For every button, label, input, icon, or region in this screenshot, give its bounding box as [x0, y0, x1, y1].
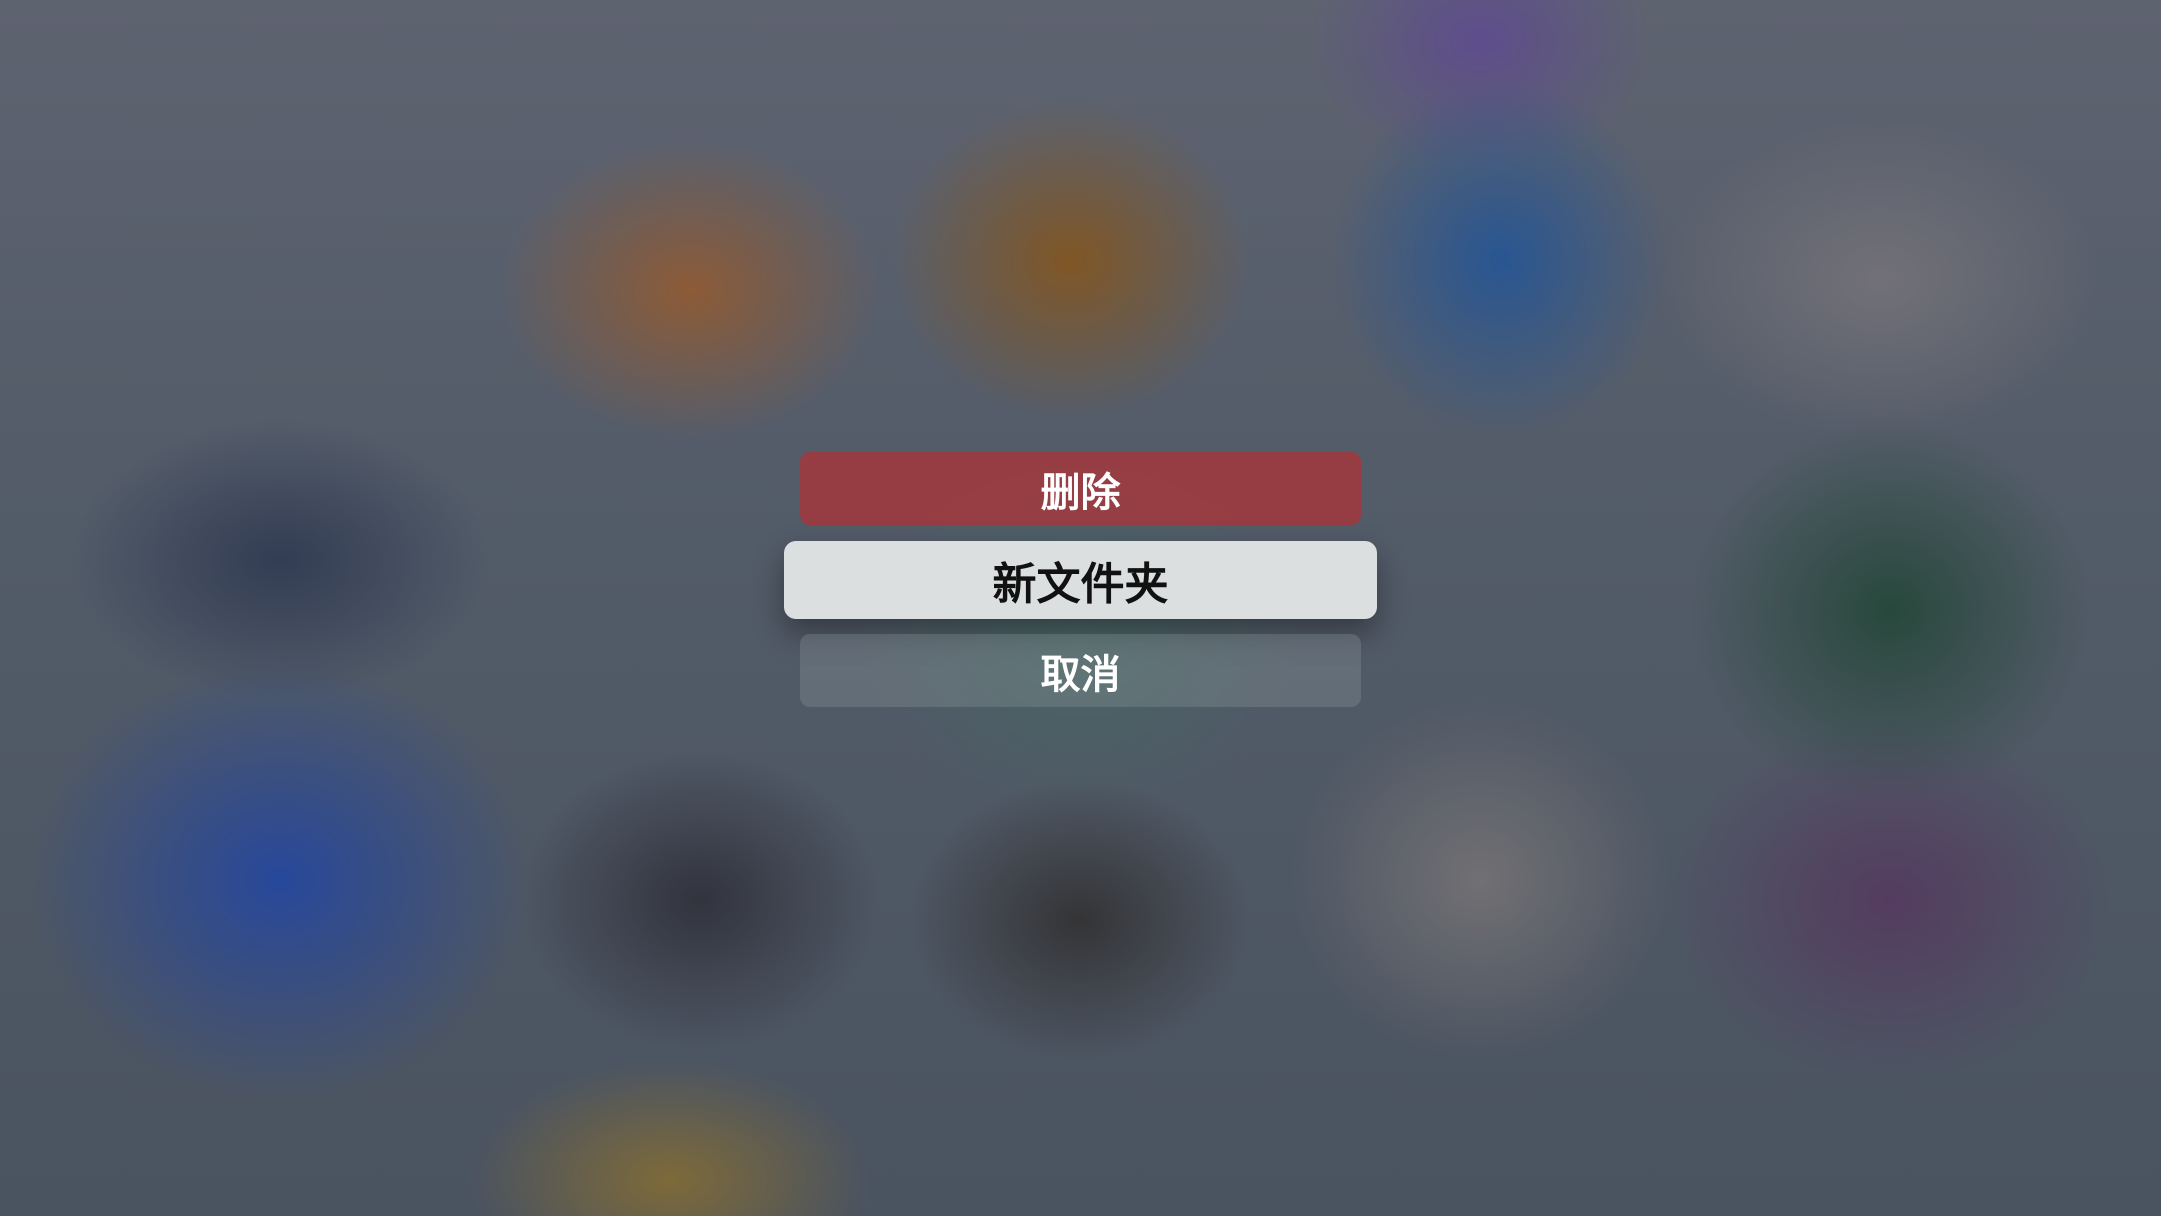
- new-folder-button[interactable]: 新文件夹: [784, 541, 1377, 619]
- delete-button[interactable]: 删除: [800, 452, 1361, 525]
- cancel-button[interactable]: 取消: [800, 634, 1361, 707]
- action-sheet: 删除 新文件夹 取消: [0, 0, 2161, 1216]
